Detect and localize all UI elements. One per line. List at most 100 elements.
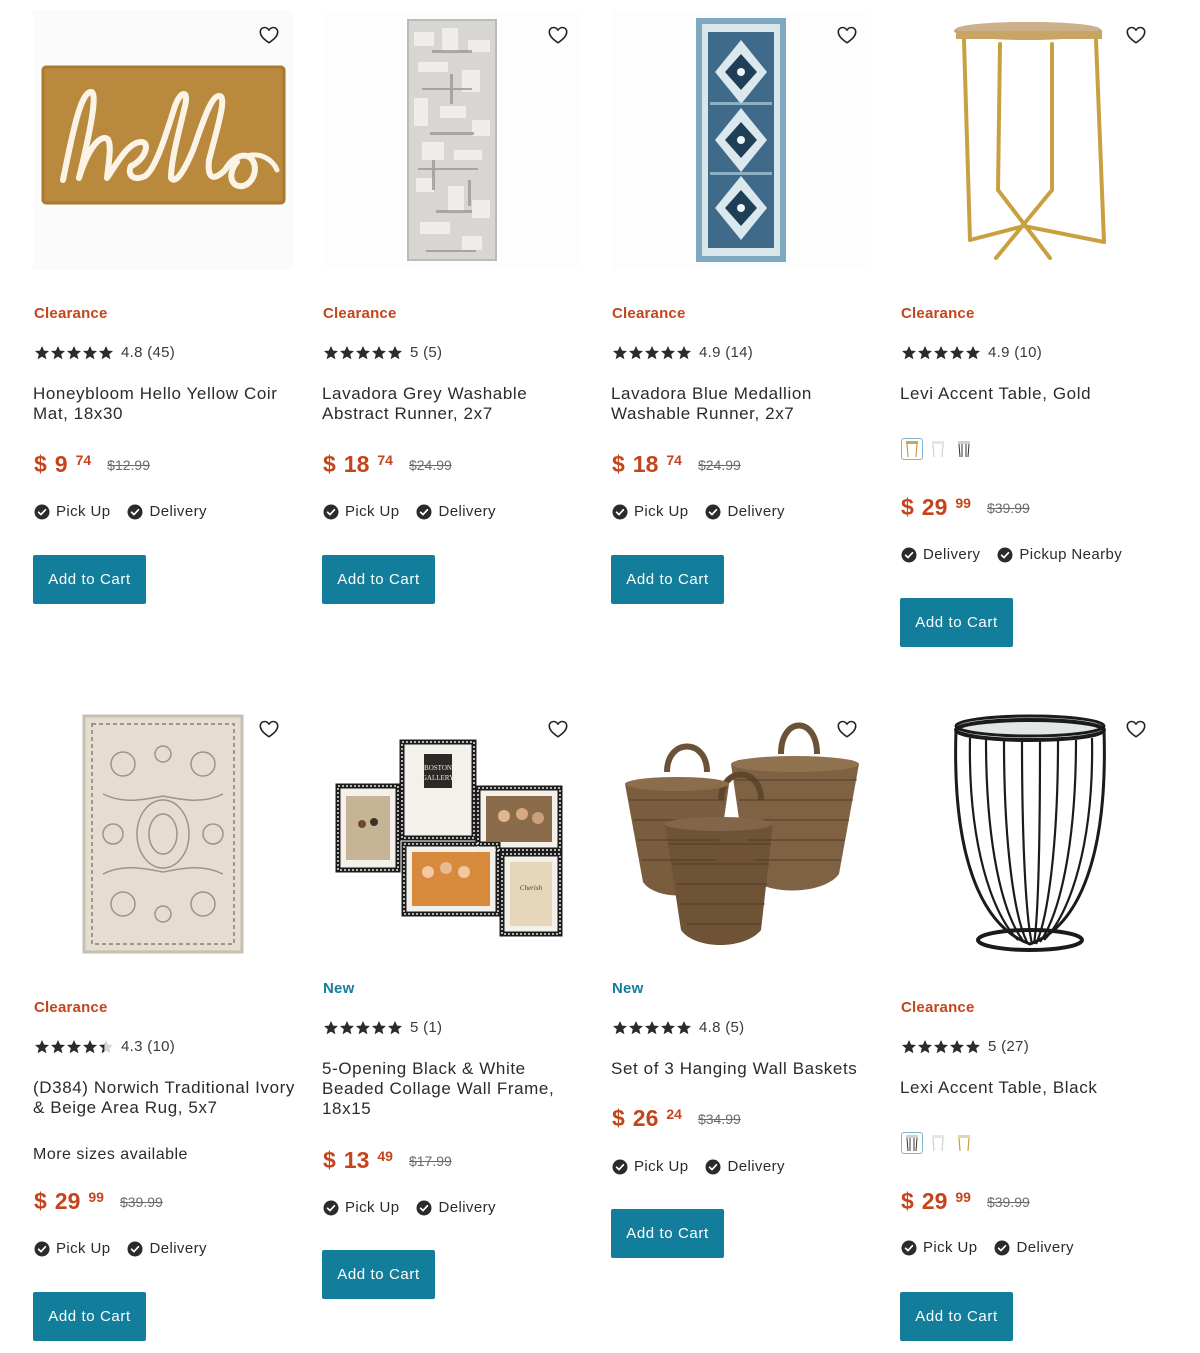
add-to-cart-button[interactable]: Add to Cart <box>33 1292 146 1341</box>
fulfillment-options: Pick Up Delivery <box>34 1240 224 1257</box>
heart-icon[interactable] <box>547 24 571 48</box>
original-price: $24.99 <box>408 457 452 473</box>
heart-icon[interactable] <box>836 24 860 48</box>
heart-icon[interactable] <box>1125 24 1149 48</box>
product-image[interactable] <box>611 704 871 964</box>
swatch-white[interactable] <box>927 1132 949 1154</box>
add-to-cart-button[interactable]: Add to Cart <box>900 1292 1013 1341</box>
star-icon <box>34 345 50 361</box>
heart-icon[interactable] <box>547 718 571 742</box>
rating[interactable]: 4.9 (10) <box>901 344 1042 361</box>
star-icon <box>660 1020 676 1036</box>
star-icon <box>660 345 676 361</box>
fulfillment-label: Delivery <box>727 1158 785 1175</box>
swatch-gold[interactable] <box>901 438 923 460</box>
fulfillment-label: Pick Up <box>634 503 689 520</box>
star-icon <box>901 1039 917 1055</box>
fulfillment-option: Pick Up <box>323 503 399 520</box>
star-icon <box>355 345 371 361</box>
fulfillment-option: Delivery <box>705 503 784 520</box>
price-dollars: 29 <box>921 1188 948 1214</box>
heart-icon[interactable] <box>836 718 860 742</box>
more-sizes-note[interactable]: More sizes available <box>33 1146 188 1164</box>
rating[interactable]: 4.9 (14) <box>612 344 753 361</box>
original-price: $39.99 <box>986 500 1030 516</box>
star-icon <box>644 1020 660 1036</box>
star-icon <box>917 345 933 361</box>
swatch-white[interactable] <box>927 438 949 460</box>
rating[interactable]: 5 (5) <box>323 344 442 361</box>
check-circle-icon <box>901 1240 917 1256</box>
fulfillment-options: Delivery Pickup Nearby <box>901 546 1139 563</box>
star-icon <box>676 1020 692 1036</box>
clearance-badge: Clearance <box>901 999 975 1016</box>
clearance-badge: Clearance <box>34 999 108 1016</box>
price: $26 24 $34.99 <box>612 1105 741 1131</box>
rating[interactable]: 5 (1) <box>323 1019 442 1036</box>
add-to-cart-button[interactable]: Add to Cart <box>611 555 724 604</box>
product-card: Clearance 4.9 (14) Lavadora Blue Medalli… <box>611 10 876 610</box>
check-circle-icon <box>901 547 917 563</box>
product-title[interactable]: Set of 3 Hanging Wall Baskets <box>611 1059 873 1079</box>
rating[interactable]: 4.3 (10) <box>34 1038 175 1055</box>
star-icon <box>949 345 965 361</box>
star-icon <box>628 1020 644 1036</box>
heart-icon[interactable] <box>1125 718 1149 742</box>
star-icon <box>339 345 355 361</box>
heart-icon[interactable] <box>258 24 282 48</box>
product-title[interactable]: Honeybloom Hello Yellow Coir Mat, 18x30 <box>33 384 295 424</box>
fulfillment-option: Pick Up <box>34 503 110 520</box>
clearance-badge: Clearance <box>612 305 686 322</box>
product-image[interactable] <box>322 10 582 270</box>
price-currency: $ <box>34 1188 47 1214</box>
swatch-gold[interactable] <box>953 1132 975 1154</box>
product-image[interactable] <box>900 10 1160 270</box>
rating-text: 5 (1) <box>410 1019 443 1036</box>
new-badge: New <box>323 980 355 997</box>
product-title[interactable]: Levi Accent Table, Gold <box>900 384 1162 404</box>
swatch-black[interactable] <box>953 438 975 460</box>
check-circle-icon <box>127 504 143 520</box>
rating-text: 5 (27) <box>988 1038 1029 1055</box>
product-image[interactable] <box>33 704 293 964</box>
price-cents: 99 <box>955 495 971 511</box>
svg-text:GALLERY: GALLERY <box>422 774 454 782</box>
star-icon <box>66 1039 82 1055</box>
product-image[interactable]: BOSTON GALLERY Cherish <box>322 704 582 964</box>
product-title[interactable]: Lexi Accent Table, Black <box>900 1078 1162 1098</box>
product-image[interactable] <box>33 10 293 270</box>
star-icon <box>612 345 628 361</box>
product-title[interactable]: (D384) Norwich Traditional Ivory & Beige… <box>33 1078 295 1118</box>
star-icon <box>628 345 644 361</box>
price-dollars: 29 <box>54 1188 81 1214</box>
add-to-cart-button[interactable]: Add to Cart <box>322 555 435 604</box>
heart-icon[interactable] <box>258 718 282 742</box>
fulfillment-label: Delivery <box>438 1199 496 1216</box>
fulfillment-label: Pickup Nearby <box>1019 546 1123 563</box>
price-currency: $ <box>323 1147 336 1173</box>
product-title[interactable]: Lavadora Blue Medallion Washable Runner,… <box>611 384 873 424</box>
product-image[interactable] <box>611 10 871 270</box>
original-price: $39.99 <box>986 1194 1030 1210</box>
fulfillment-option: Pick Up <box>34 1240 110 1257</box>
fulfillment-options: Pick Up Delivery <box>901 1239 1091 1256</box>
clearance-badge: Clearance <box>323 305 397 322</box>
price-dollars: 18 <box>632 451 659 477</box>
price-cents: 99 <box>88 1189 104 1205</box>
add-to-cart-button[interactable]: Add to Cart <box>611 1209 724 1258</box>
product-image[interactable] <box>900 704 1160 964</box>
star-icon <box>339 1020 355 1036</box>
price-cents: 74 <box>75 452 92 468</box>
add-to-cart-button[interactable]: Add to Cart <box>33 555 146 604</box>
fulfillment-label: Delivery <box>149 503 207 520</box>
add-to-cart-button[interactable]: Add to Cart <box>322 1250 435 1299</box>
swatch-black[interactable] <box>901 1132 923 1154</box>
add-to-cart-button[interactable]: Add to Cart <box>900 598 1013 647</box>
product-title[interactable]: Lavadora Grey Washable Abstract Runner, … <box>322 384 584 424</box>
star-icon <box>82 1039 98 1055</box>
rating[interactable]: 5 (27) <box>901 1038 1029 1055</box>
rating[interactable]: 4.8 (45) <box>34 344 175 361</box>
fulfillment-label: Pick Up <box>345 1199 400 1216</box>
product-title[interactable]: 5-Opening Black & White Beaded Collage W… <box>322 1059 584 1119</box>
rating[interactable]: 4.8 (5) <box>612 1019 744 1036</box>
